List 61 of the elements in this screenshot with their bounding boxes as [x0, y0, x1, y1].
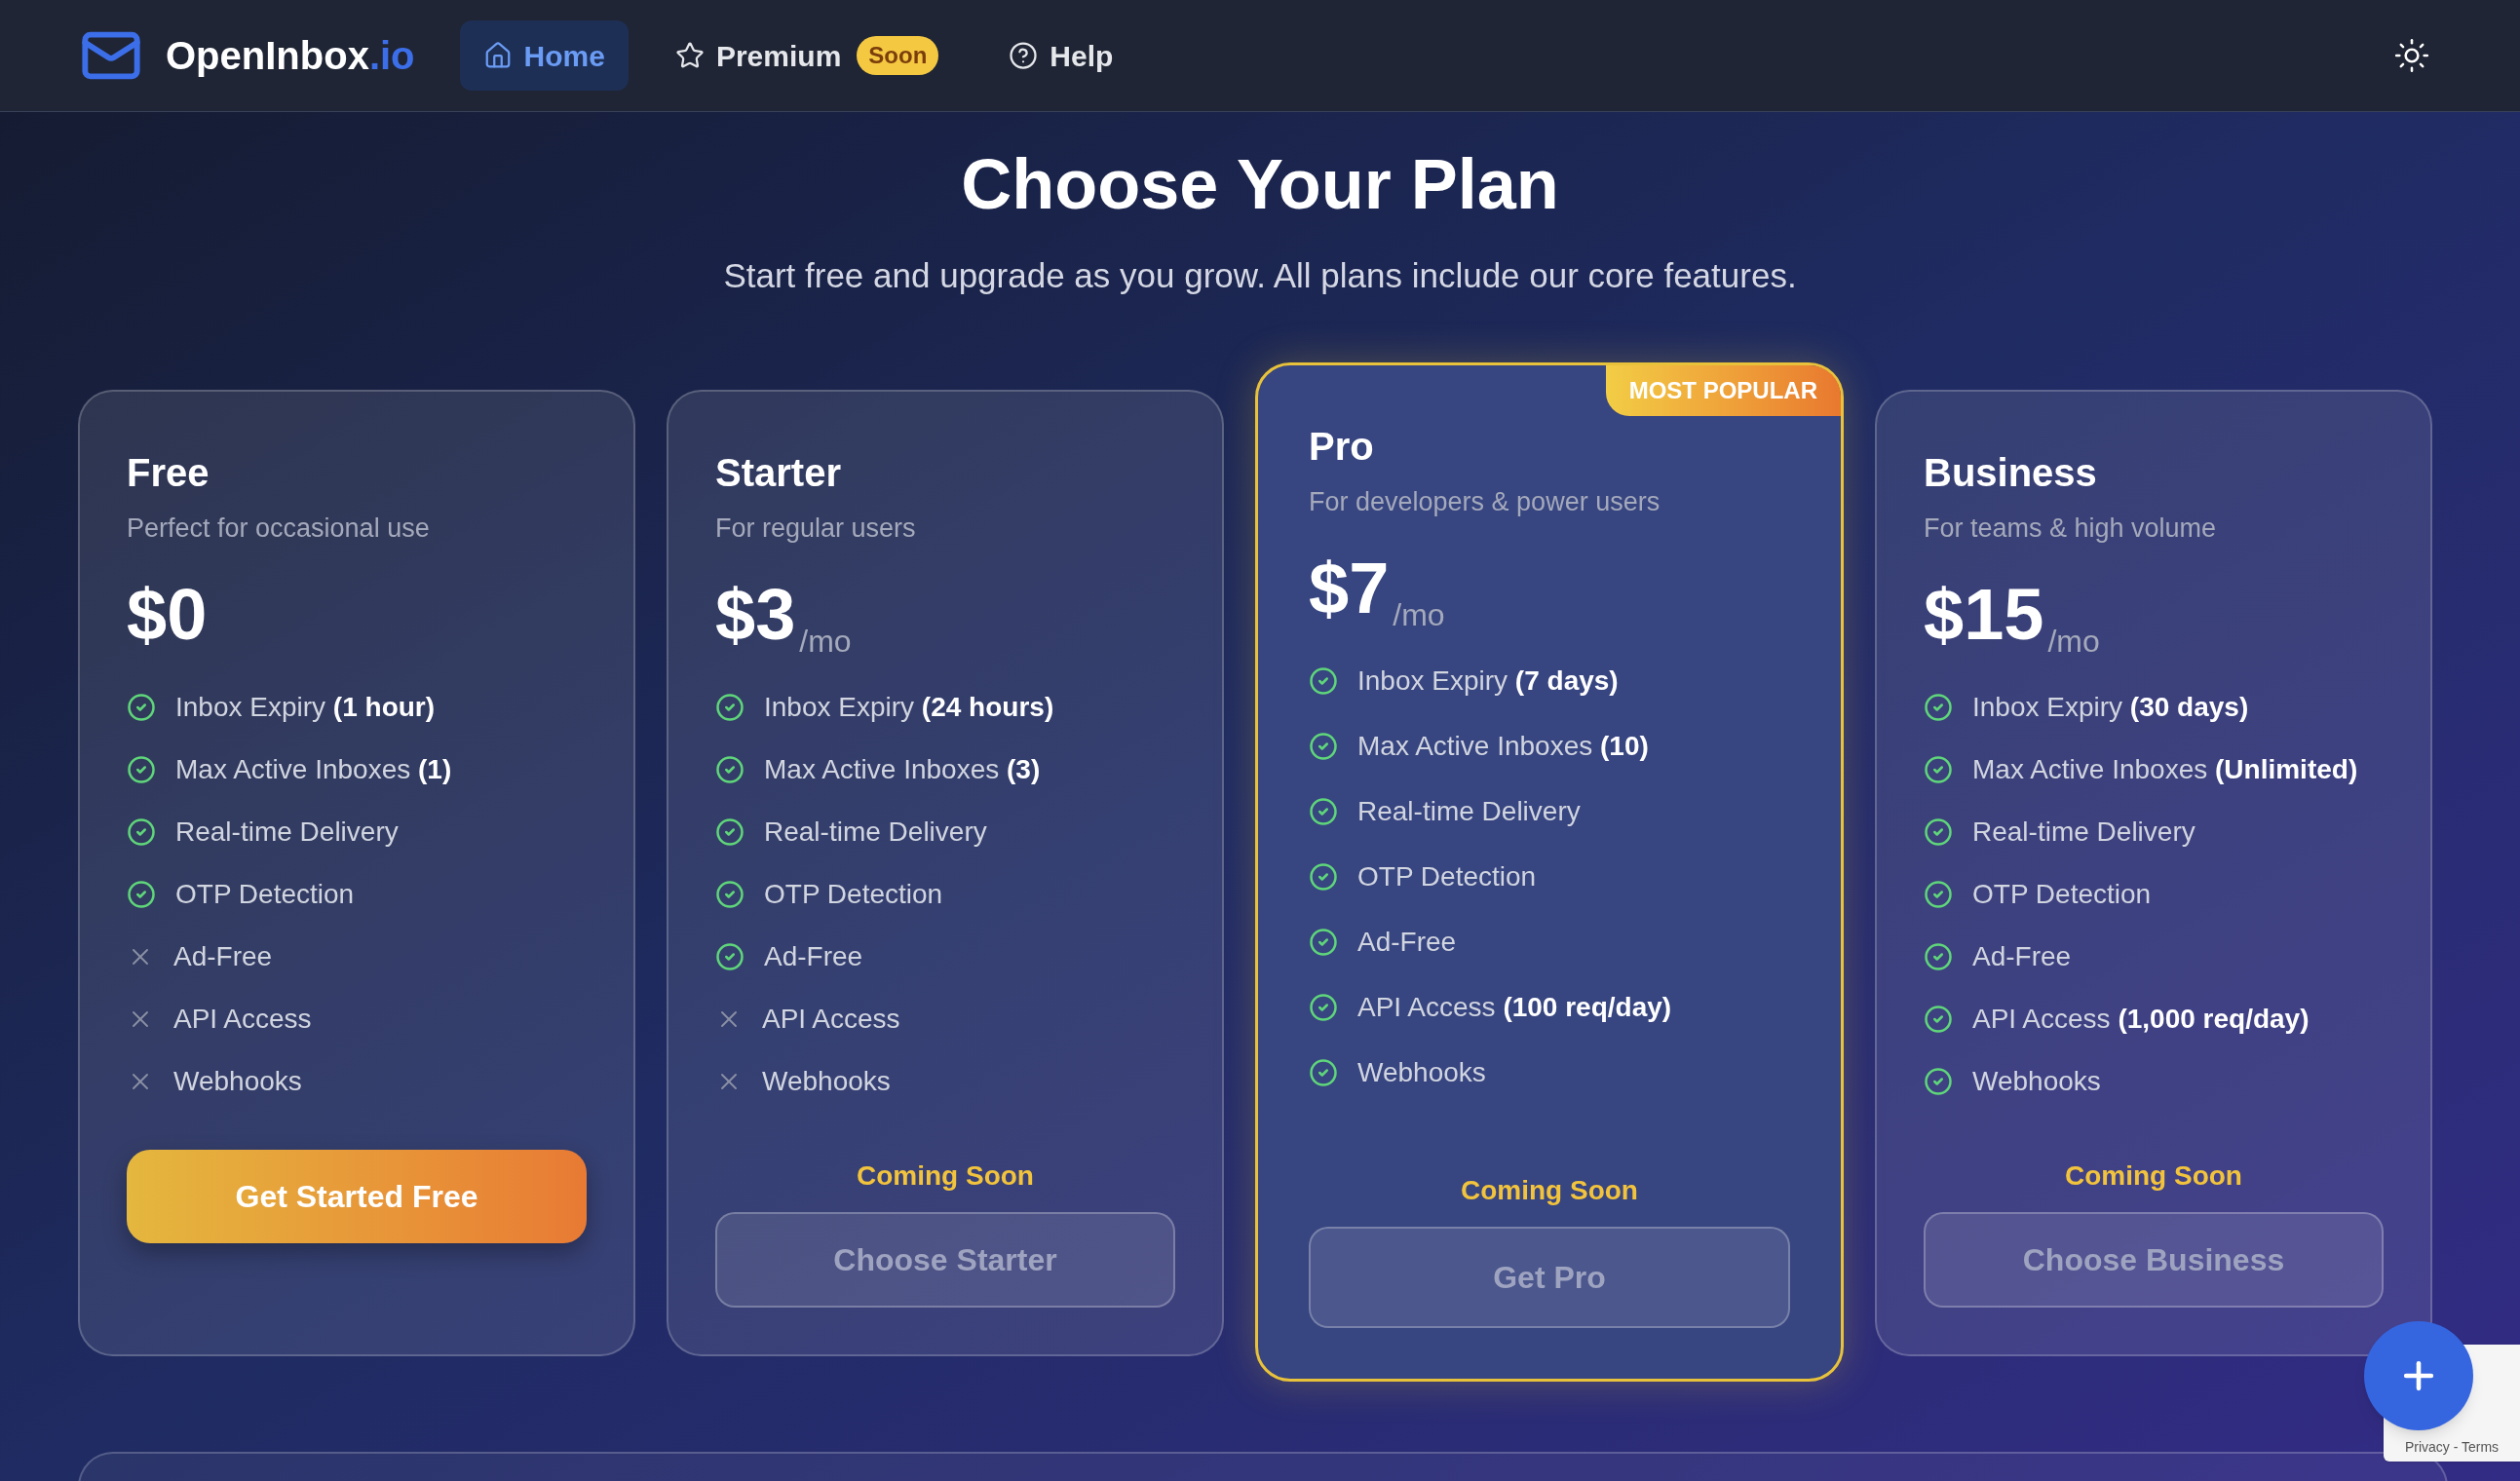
feature-text: OTP Detection	[1972, 878, 2152, 911]
feature-text: Inbox Expiry (1 hour)	[175, 691, 436, 724]
feature-text: OTP Detection	[175, 878, 355, 911]
feature-text: Inbox Expiry (7 days)	[1357, 665, 1619, 698]
nav-tab[interactable]: Home	[459, 20, 629, 91]
feature-text: Real-time Delivery	[175, 816, 399, 849]
plan-name: Starter	[715, 449, 842, 496]
coming-soon-note: Coming Soon	[1461, 1173, 1638, 1207]
feature-text: Real-time Delivery	[1357, 795, 1581, 828]
feature-text: Inbox Expiry (30 days)	[1972, 691, 2249, 724]
plan-description: For teams & high volume	[1924, 512, 2218, 545]
feature-text: Webhooks	[1357, 1056, 1486, 1089]
price-period: /mo	[799, 626, 852, 657]
feature-text: Webhooks	[1972, 1065, 2101, 1098]
plan-description: For developers & power users	[1309, 485, 1661, 518]
feature-text: API Access	[173, 1003, 312, 1036]
feature-text: Max Active Inboxes (1)	[175, 753, 452, 786]
feature-text: API Access	[762, 1003, 900, 1036]
coming-soon-note: Coming Soon	[857, 1158, 1034, 1193]
star-icon	[674, 41, 705, 70]
popular-badge: MOST POPULAR	[1605, 364, 1841, 416]
plan-description: Perfect for occasional use	[127, 512, 431, 545]
plan-name: Pro	[1309, 423, 1375, 470]
feature-text: API Access (1,000 req/day)	[1972, 1003, 2310, 1036]
logo-text[interactable]: OpenInbox.io	[166, 26, 415, 85]
plan-price: $0	[127, 579, 208, 651]
plan-button[interactable]: Get Pro	[1309, 1226, 1790, 1328]
feature-text: Inbox Expiry (24 hours)	[764, 691, 1054, 724]
feature-text: Ad-Free	[764, 940, 863, 973]
feature-text: Ad-Free	[173, 940, 273, 973]
nav-tab[interactable]: Help	[985, 20, 1137, 91]
feature-text: Ad-Free	[1357, 926, 1457, 959]
help-icon	[1009, 41, 1039, 70]
plan-button[interactable]: Choose Business	[1924, 1211, 2384, 1308]
feature-text: Max Active Inboxes (3)	[764, 753, 1041, 786]
coming-soon-note: Coming Soon	[2065, 1158, 2242, 1193]
plan-button[interactable]: Choose Starter	[715, 1211, 1175, 1308]
recaptcha-links[interactable]: Privacy - Terms	[2404, 1437, 2500, 1458]
page-subtitle: Start free and upgrade as you grow. All plans include our core features.	[723, 255, 1797, 296]
feature-text: Ad-Free	[1972, 940, 2072, 973]
feature-text: Max Active Inboxes (10)	[1357, 730, 1649, 763]
theme-toggle-icon[interactable]	[2393, 37, 2430, 74]
feature-text: Real-time Delivery	[764, 816, 987, 849]
plan-name: Business	[1924, 449, 2098, 496]
feature-text: Webhooks	[173, 1065, 302, 1098]
feature-text: Max Active Inboxes (Unlimited)	[1972, 753, 2358, 786]
price-period: /mo	[1393, 599, 1445, 630]
feature-text: OTP Detection	[764, 878, 943, 911]
soon-badge: Soon	[857, 36, 939, 75]
plan-name: Free	[127, 449, 210, 496]
feature-text: OTP Detection	[1357, 860, 1537, 893]
feature-text: Webhooks	[762, 1065, 891, 1098]
plan-price: $7	[1309, 552, 1390, 625]
plan-description: For regular users	[715, 512, 917, 545]
price-period: /mo	[2047, 626, 2100, 657]
plan-price: $15	[1924, 579, 2044, 651]
page-title: Choose Your Plan	[961, 144, 1559, 225]
nav-tab[interactable]: Premium Soon	[651, 20, 963, 91]
feature-text: API Access (100 req/day)	[1357, 991, 1672, 1024]
plan-price: $3	[715, 579, 796, 651]
feature-text: Real-time Delivery	[1972, 816, 2195, 849]
